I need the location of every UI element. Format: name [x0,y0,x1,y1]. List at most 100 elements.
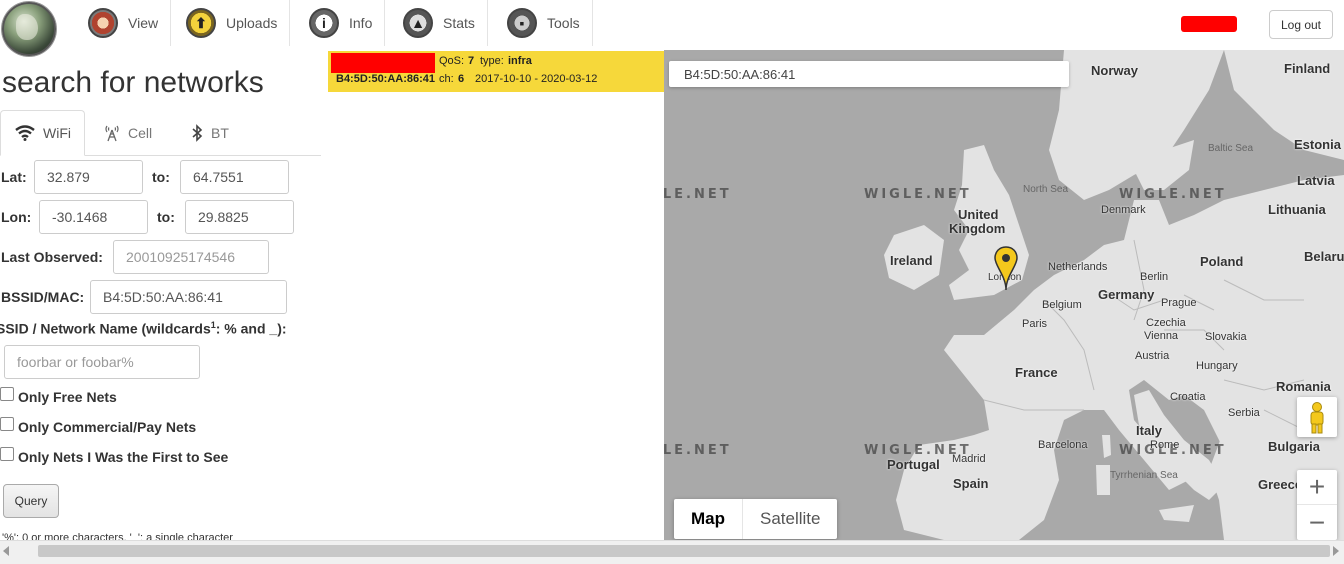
label-north-sea: North Sea [1023,184,1069,195]
zoom-out-button[interactable]: − [1297,505,1337,540]
label-kingdom: Kingdom [949,221,1006,236]
map-pin-icon[interactable] [994,246,1018,292]
map-view[interactable]: WIGLE.NET WIGLE.NET WIGLE.NET WIGLE.NET … [664,50,1344,540]
nav-uploads[interactable]: ⬆ Uploads [174,0,291,46]
label-poland: Poland [1200,254,1244,269]
wildcard-footnote: '%': 0 or more characters, '_': a single… [2,532,233,540]
watermark: WIGLE.NET [664,187,732,202]
nav-tools[interactable]: ▪ Tools [495,0,593,46]
scroll-left-arrow-icon[interactable] [3,546,9,556]
nav-view-label: View [128,15,159,31]
lon-from-input[interactable] [39,200,148,234]
label-croatia: Croatia [1170,391,1206,403]
bluetooth-icon [192,124,203,142]
lon-to-input[interactable] [185,200,294,234]
scroll-right-arrow-icon[interactable] [1333,546,1339,556]
tab-bt-label: BT [211,125,229,141]
label-madrid: Madrid [952,453,986,465]
map-type-map-button[interactable]: Map [674,499,743,539]
label-austria: Austria [1135,350,1170,362]
date-range: 2017-10-10 - 2020-03-12 [475,73,598,85]
label-ireland: Ireland [890,253,933,268]
zoom-control: + − [1297,470,1337,540]
network-type-tabs: WiFi Cell BT [0,110,321,156]
lat-to-label: to: [152,169,170,185]
street-view-pegman-button[interactable] [1297,397,1337,437]
lat-from-input[interactable] [34,160,143,194]
label-berlin: Berlin [1140,271,1169,283]
type-label: type: [480,55,504,67]
label-portugal: Portugal [887,457,940,472]
bssid-label: BSSID/MAC: [1,289,85,305]
map-type-satellite-button[interactable]: Satellite [743,499,837,539]
label-norway: Norway [1091,63,1138,78]
lat-to-input[interactable] [180,160,289,194]
label-latvia: Latvia [1297,173,1335,188]
label-united: United [958,207,999,222]
query-button[interactable]: Query [3,484,59,518]
label-france: France [1015,365,1058,380]
only-first-seen-checkbox[interactable] [0,447,14,461]
pegman-icon [1310,402,1324,434]
label-belarus: Belaru [1304,249,1344,264]
bssid-input[interactable] [90,280,287,314]
only-free-nets-checkbox[interactable] [0,387,14,401]
zoom-in-button[interactable]: + [1297,470,1337,505]
watermark: WIGLE.NET [1119,187,1227,202]
map-search-input[interactable] [669,61,1069,87]
label-barcelona: Barcelona [1038,439,1088,451]
tab-wifi-label: WiFi [43,125,71,141]
logout-button[interactable]: Log out [1269,10,1333,39]
qos-value: 7 [468,55,475,67]
stats-icon: ▲ [403,8,433,38]
redacted-ssid [331,53,435,73]
label-estonia: Estonia [1294,137,1341,152]
view-icon [88,8,118,38]
label-rome: Rome [1150,439,1180,451]
ssid-input[interactable] [4,345,200,379]
top-navigation: View ⬆ Uploads i Info ▲ Stats ▪ Tools Lo… [0,0,1344,56]
label-slovakia: Slovakia [1205,331,1247,343]
tab-cell[interactable]: Cell [104,110,152,156]
channel-label: ch: [439,73,454,85]
results-list: QoS: 7 type: infra B4:5D:50:AA:86:41 ch:… [327,50,664,540]
label-baltic-sea: Baltic Sea [1208,143,1254,154]
result-bssid: B4:5D:50:AA:86:41 [336,73,436,85]
type-value: infra [508,55,532,67]
nav-info-label: Info [349,15,373,31]
label-serbia: Serbia [1228,407,1260,419]
scrollbar-thumb[interactable] [38,545,1330,557]
label-germany: Germany [1098,287,1155,302]
globe-logo-icon[interactable] [2,2,56,56]
lon-label: Lon: [1,209,32,225]
ssid-label-text: SSID / Network Name (wildcards [0,320,211,337]
label-greece: Greece [1258,477,1303,492]
only-commercial-nets-checkbox[interactable] [0,417,14,431]
tab-wifi[interactable]: WiFi [0,110,85,156]
label-spain: Spain [953,476,989,491]
search-panel: search for networks WiFi Cell BT Lat: 32… [0,50,327,540]
watermark: WIGLE.NET [864,187,972,202]
label-prague: Prague [1161,297,1197,309]
tools-icon: ▪ [507,8,537,38]
label-belgium: Belgium [1042,299,1082,311]
cell-tower-icon [105,125,119,142]
channel-value: 6 [458,73,465,85]
nav-stats[interactable]: ▲ Stats [391,0,488,46]
result-row[interactable]: QoS: 7 type: infra B4:5D:50:AA:86:41 ch:… [328,51,664,92]
europe-map-land [884,50,1344,540]
ssid-label: SSID / Network Name (wildcards1: % and _… [0,320,287,337]
label-paris: Paris [1022,318,1048,330]
label-italy: Italy [1136,423,1163,438]
nav-stats-label: Stats [443,15,475,31]
ssid-label-tail: : % and _): [215,320,287,337]
last-observed-input[interactable] [113,240,269,274]
nav-info[interactable]: i Info [297,0,386,46]
wifi-icon [15,125,35,141]
tab-bt[interactable]: BT [191,110,229,156]
page-title: search for networks [2,66,264,99]
map-type-control: Map Satellite [674,499,838,539]
nav-view[interactable]: View [76,0,172,46]
horizontal-scrollbar[interactable] [0,540,1344,564]
nav-uploads-label: Uploads [226,15,278,31]
